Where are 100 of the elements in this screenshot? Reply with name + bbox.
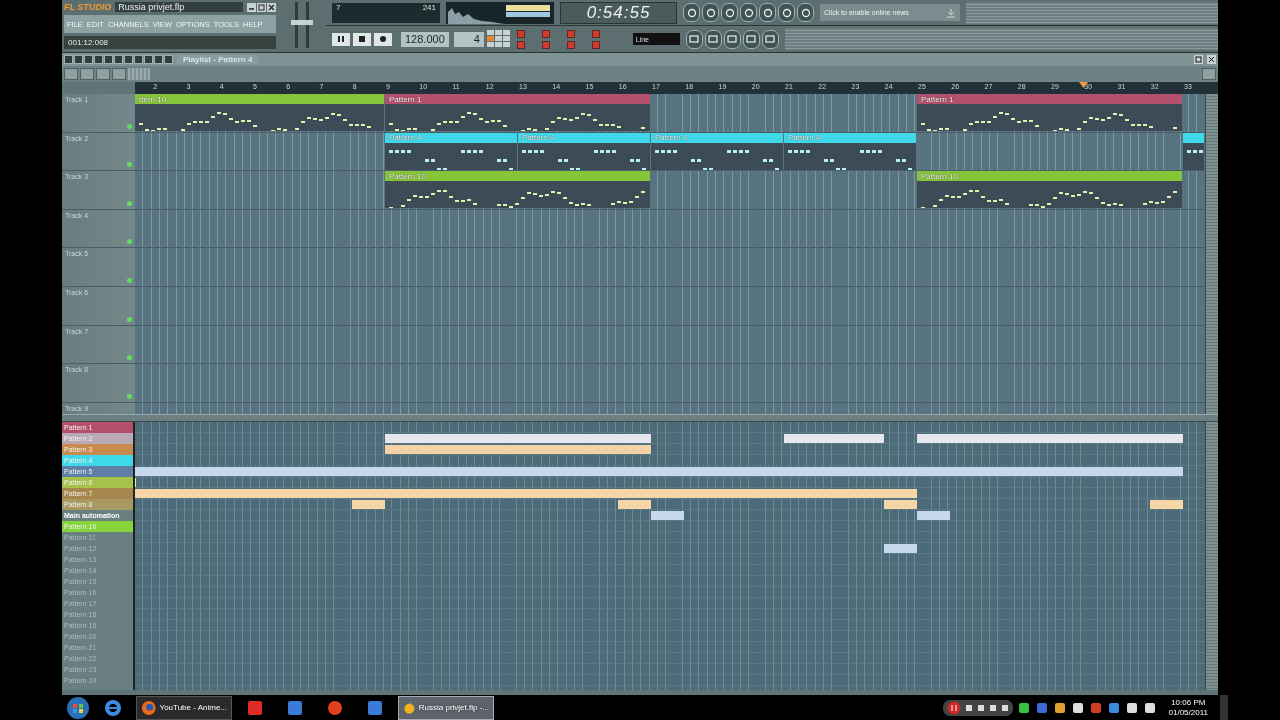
- record-button[interactable]: [374, 32, 392, 46]
- scroll-left-button[interactable]: [112, 68, 126, 80]
- app-icon: [1089, 701, 1102, 714]
- note-pattern-drawing: [1185, 149, 1203, 153]
- restore-button[interactable]: [257, 2, 266, 12]
- track-led[interactable]: [127, 200, 132, 206]
- globe-icon: [141, 698, 157, 717]
- track-led[interactable]: [127, 123, 132, 129]
- piano-button[interactable]: [723, 29, 741, 49]
- record-icon: [379, 35, 387, 43]
- track-led[interactable]: [127, 239, 132, 245]
- restore-button[interactable]: [1194, 55, 1203, 64]
- clip-label: Pattern 1: [920, 94, 954, 104]
- clip-label: Pattern 4: [521, 133, 555, 143]
- clip-label: Pattern 10: [388, 171, 426, 181]
- app-icon: [1143, 701, 1156, 714]
- view-mode-button[interactable]: [64, 68, 78, 80]
- refresh-button[interactable]: [683, 3, 700, 22]
- restore-icon: [1195, 56, 1202, 63]
- page-button[interactable]: [778, 3, 795, 22]
- stop-button[interactable]: [353, 32, 371, 46]
- pattern-block[interactable]: [917, 511, 951, 520]
- minimize-button[interactable]: [247, 2, 256, 12]
- pitch-thumb[interactable]: [302, 20, 313, 26]
- plugin-button[interactable]: [761, 29, 779, 49]
- song-time: 0:54:55: [586, 2, 651, 23]
- app-logo: FL STUDIO: [64, 2, 112, 12]
- clip-label: Pattern 4: [388, 133, 422, 143]
- pattern-clip[interactable]: Pattern 1: [385, 94, 650, 131]
- pause-button[interactable]: [332, 32, 350, 46]
- app-icon: [1107, 701, 1120, 714]
- close-icon: [268, 3, 275, 11]
- app-icon: [1125, 701, 1138, 714]
- browser-button[interactable]: [742, 29, 760, 49]
- clip-label: Pattern 1: [388, 94, 422, 104]
- clip-label: ttern 10: [138, 94, 167, 104]
- taskbar-button[interactable]: Russia privjet.flp -...: [398, 695, 494, 720]
- tray-icon[interactable]: [1052, 700, 1067, 715]
- view-mode-button[interactable]: [80, 68, 94, 80]
- pattern-block[interactable]: [883, 500, 917, 509]
- track-led[interactable]: [127, 277, 132, 283]
- search-button[interactable]: [759, 3, 776, 22]
- pattern-block[interactable]: [351, 500, 385, 509]
- power-icon: [946, 700, 961, 715]
- track-led[interactable]: [127, 316, 132, 322]
- pattern-clip[interactable]: ttern 10: [135, 94, 384, 131]
- disk-button[interactable]: [721, 3, 738, 22]
- app-icon: [1053, 701, 1066, 714]
- pattern-clip[interactable]: Pattern 10: [385, 171, 650, 209]
- volume-thumb[interactable]: [291, 20, 302, 26]
- close-button[interactable]: [267, 2, 276, 12]
- pattern-block[interactable]: [883, 544, 917, 553]
- app-icon: [1017, 701, 1030, 714]
- start-orb-icon: [66, 695, 90, 720]
- view-mode-button[interactable]: [96, 68, 110, 80]
- pattern-clip[interactable]: Pattern 10: [917, 171, 1182, 209]
- tray-icon[interactable]: [1124, 700, 1139, 715]
- app-icon: [1071, 701, 1084, 714]
- hint-bar: 001:12:008: [64, 36, 276, 49]
- restore-icon: [258, 3, 265, 11]
- clip-label: Pattern 10: [920, 171, 958, 181]
- mixer-button[interactable]: [685, 29, 703, 49]
- tray-icon[interactable]: [1016, 700, 1031, 715]
- track-led[interactable]: [127, 393, 132, 399]
- save-button[interactable]: [702, 3, 719, 22]
- track-led[interactable]: [127, 162, 132, 168]
- tray-icon[interactable]: [1142, 700, 1157, 715]
- file-title: Russia privjet.flp: [115, 2, 243, 12]
- channels-button[interactable]: [704, 29, 722, 49]
- vertical-scrollbar[interactable]: [1205, 422, 1218, 690]
- track-led[interactable]: [127, 355, 132, 361]
- playlist-title: Playlist - Pattern 4: [177, 55, 259, 64]
- download-icon: [946, 7, 956, 18]
- pattern-block[interactable]: [617, 500, 651, 509]
- pattern-number: 4: [473, 33, 480, 45]
- splitter-bar[interactable]: [62, 414, 1218, 422]
- cut-button[interactable]: [740, 3, 757, 22]
- horizontal-scrollbar[interactable]: [128, 68, 150, 80]
- poly-reading: 241: [422, 2, 436, 12]
- clock[interactable]: 10:06 PM 01/05/2011: [1162, 697, 1214, 718]
- pattern-block[interactable]: [651, 511, 685, 520]
- tray-icon[interactable]: [1070, 700, 1085, 715]
- track-lane[interactable]: ttern 10 Pattern 1 Pattern 1: [135, 94, 1205, 132]
- help-button[interactable]: [797, 3, 814, 22]
- clock-date: 01/05/2011: [1168, 707, 1208, 718]
- clip-label: Pattern 4: [787, 133, 821, 143]
- pattern-clip[interactable]: [1183, 132, 1204, 170]
- track-lane[interactable]: Pattern 10 Pattern 10: [135, 171, 1205, 209]
- cpu-reading: 7: [336, 2, 341, 12]
- keypad-drawing: [486, 30, 511, 48]
- close-button[interactable]: [1207, 55, 1216, 64]
- tempo-value: 128.000: [405, 33, 445, 45]
- vertical-scrollbar[interactable]: [1205, 94, 1218, 414]
- app-icon: [1035, 701, 1048, 714]
- pattern-clip[interactable]: Pattern 1: [917, 94, 1182, 131]
- taskbar-button[interactable]: YouTube - Anime...: [136, 695, 232, 720]
- pause-icon: [337, 35, 345, 43]
- pattern-block[interactable]: [1149, 500, 1183, 509]
- clip-label: Pattern 4: [654, 133, 688, 143]
- close-icon: [1208, 56, 1215, 63]
